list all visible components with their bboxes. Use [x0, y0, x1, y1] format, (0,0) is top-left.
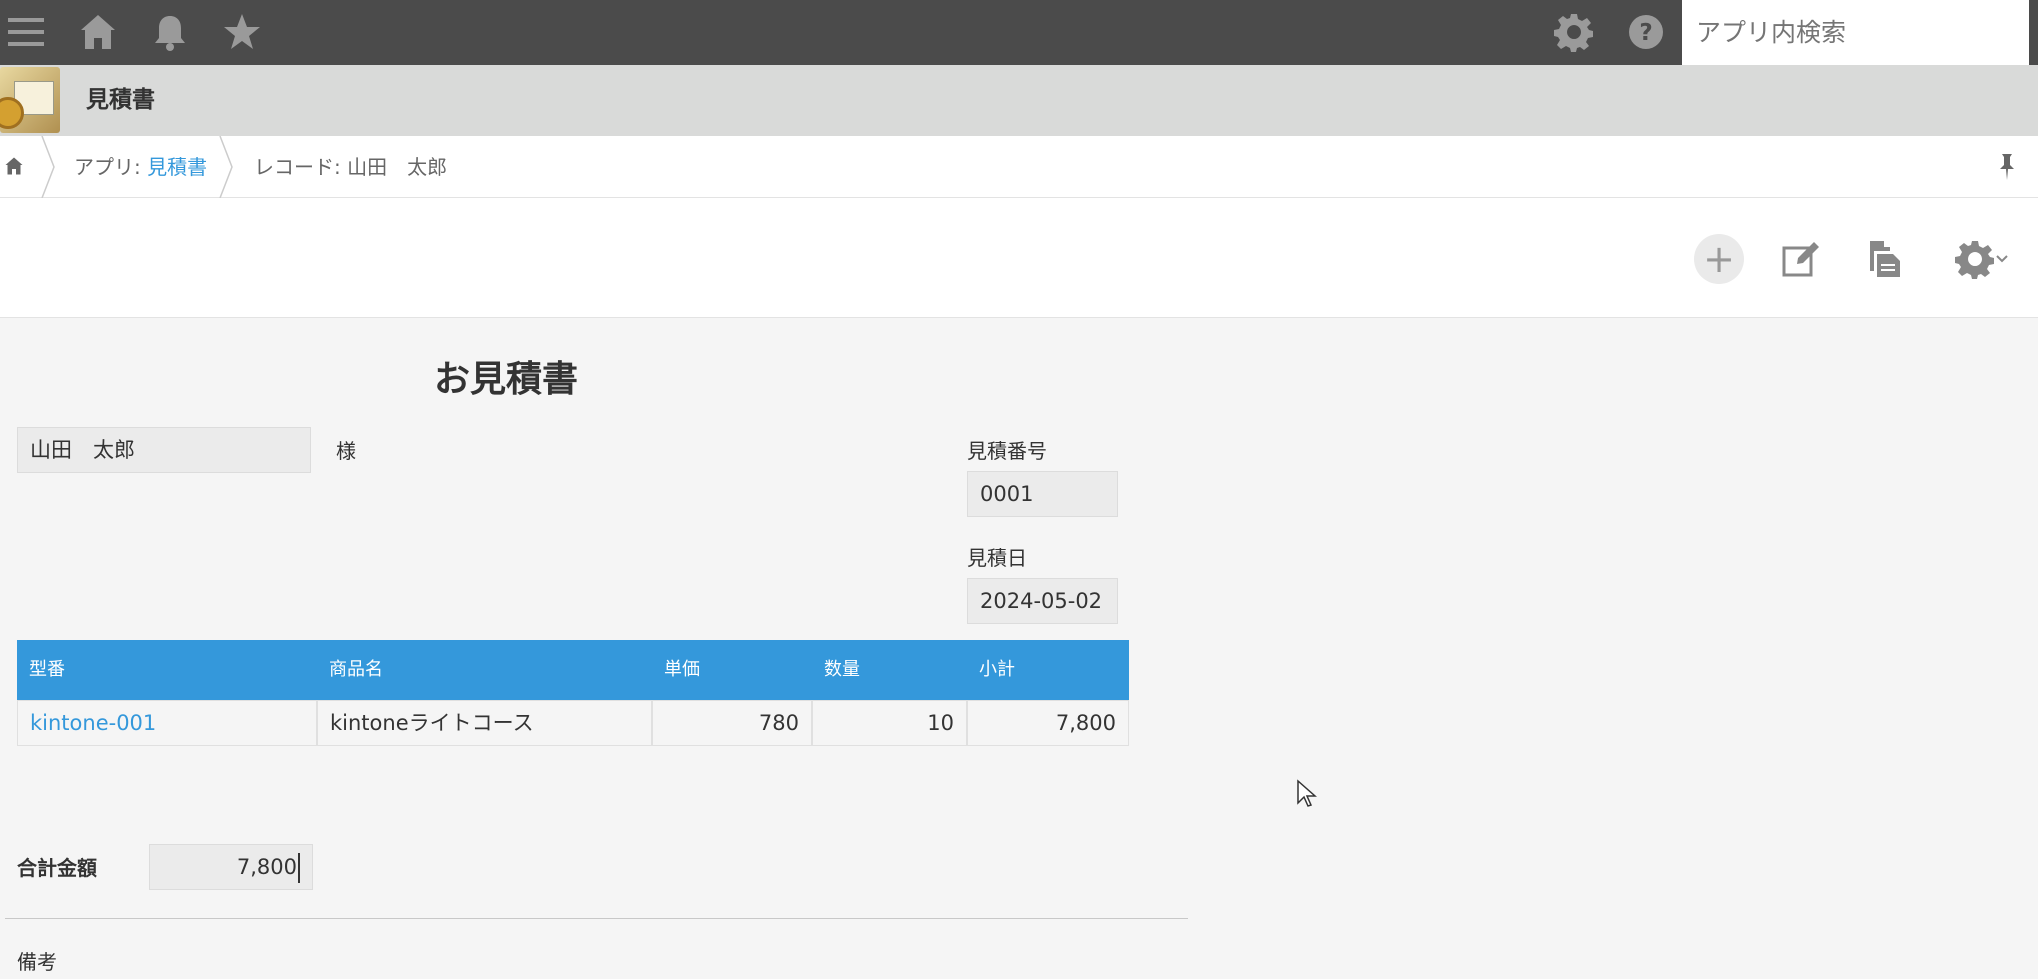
copy-icon — [1870, 241, 1900, 277]
table-header-model: 型番 — [29, 659, 65, 680]
menu-icon[interactable] — [2, 8, 50, 56]
quote-date-field[interactable]: 2024-05-02 — [967, 578, 1118, 624]
breadcrumb-app: アプリ: 見積書 — [74, 136, 207, 198]
app-header: 見積書 — [0, 65, 2038, 136]
chevron-down-icon — [1996, 255, 2008, 263]
table-header-unit-price: 単価 — [664, 659, 700, 680]
breadcrumb: アプリ: 見積書 レコード: 山田 太郎 — [0, 136, 2038, 198]
app-logo-icon — [0, 67, 60, 133]
gear-icon[interactable] — [1550, 8, 1598, 56]
quote-date-label: 見積日 — [967, 546, 1027, 570]
add-record-button[interactable]: + — [1694, 234, 1744, 284]
breadcrumb-separator — [41, 136, 55, 198]
plus-icon: + — [1703, 237, 1735, 281]
honorific-label: 様 — [336, 439, 356, 463]
top-navigation-bar: ? — [0, 0, 2038, 65]
star-icon[interactable] — [218, 8, 266, 56]
bell-icon[interactable] — [146, 8, 194, 56]
gear-icon — [1955, 241, 1994, 279]
app-title: 見積書 — [86, 87, 155, 113]
table-cell-quantity: 10 — [812, 700, 967, 746]
svg-text:?: ? — [1639, 20, 1652, 46]
customer-name-field[interactable]: 山田 太郎 — [17, 427, 311, 473]
home-icon[interactable] — [74, 8, 122, 56]
breadcrumb-home-icon[interactable] — [4, 155, 28, 179]
breadcrumb-app-link[interactable]: 見積書 — [147, 155, 207, 179]
breadcrumb-record: レコード: 山田 太郎 — [254, 155, 448, 179]
edit-icon — [1782, 242, 1819, 277]
mouse-cursor-icon — [1297, 779, 1317, 807]
table-header-product: 商品名 — [329, 659, 383, 680]
table-cell-model: kintone-001 — [17, 700, 317, 746]
table-cell-subtotal: 7,800 — [967, 700, 1129, 746]
table-header-quantity: 数量 — [824, 659, 860, 680]
record-settings-button[interactable] — [1944, 234, 2020, 284]
record-toolbar: + — [0, 198, 2038, 318]
form-title: お見積書 — [434, 359, 579, 400]
total-amount-label: 合計金額 — [17, 856, 97, 880]
total-amount-value: 7,800 — [236, 855, 297, 879]
notes-label: 備考 — [17, 950, 57, 974]
duplicate-record-button[interactable] — [1860, 234, 1910, 284]
breadcrumb-separator — [219, 136, 233, 198]
app-search-input[interactable] — [1682, 0, 2029, 65]
table-header-subtotal: 小計 — [979, 659, 1015, 680]
section-divider — [5, 918, 1188, 919]
total-amount-field[interactable]: 7,800 — [149, 844, 313, 890]
help-icon[interactable]: ? — [1622, 8, 1670, 56]
edit-record-button[interactable] — [1776, 234, 1826, 284]
model-link[interactable]: kintone-001 — [30, 711, 156, 735]
quote-number-label: 見積番号 — [967, 439, 1047, 463]
table-cell-unit-price: 780 — [652, 700, 812, 746]
quote-number-field[interactable]: 0001 — [967, 471, 1118, 517]
pin-icon[interactable] — [1994, 152, 2020, 182]
items-table-header: 型番 商品名 単価 数量 小計 — [17, 640, 1129, 700]
breadcrumb-app-prefix: アプリ: — [74, 155, 148, 179]
table-row: kintone-001 kintoneライトコース 780 10 7,800 — [17, 700, 1129, 746]
text-caret — [298, 853, 300, 883]
table-cell-product: kintoneライトコース — [317, 700, 652, 746]
